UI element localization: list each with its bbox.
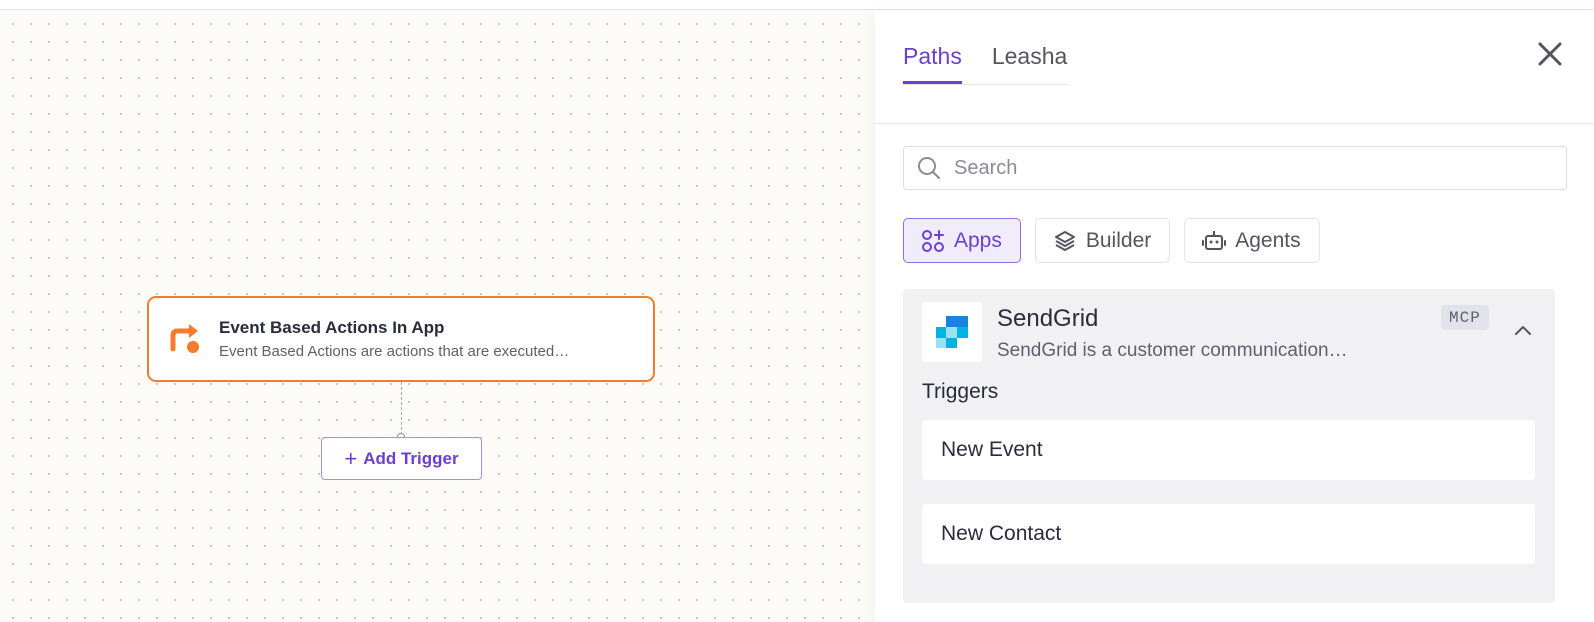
app-name: SendGrid — [997, 305, 1099, 332]
search-box[interactable] — [903, 146, 1567, 190]
add-trigger-label: Add Trigger — [363, 448, 459, 468]
filter-builder[interactable]: Builder — [1034, 218, 1171, 263]
filter-apps[interactable]: Apps — [903, 218, 1021, 263]
filter-builder-label: Builder — [1085, 228, 1152, 252]
close-icon[interactable] — [1535, 39, 1565, 69]
app-card-sendgrid: SendGrid SendGrid is a customer communic… — [903, 289, 1555, 603]
node-connector — [401, 382, 402, 435]
filter-group: Apps Builder Agents — [903, 218, 1320, 263]
sendgrid-icon — [936, 316, 968, 348]
tab-paths[interactable]: Paths — [903, 43, 962, 84]
trigger-node[interactable]: Event Based Actions In App Event Based A… — [147, 296, 655, 382]
filter-agents-label: Agents — [1235, 228, 1301, 252]
node-title: Event Based Actions In App — [219, 318, 445, 337]
mcp-badge: MCP — [1441, 305, 1489, 330]
add-trigger-button[interactable]: + Add Trigger — [321, 437, 482, 480]
side-panel: Paths Leasha Apps Bui — [875, 11, 1594, 622]
trigger-new-event[interactable]: New Event — [922, 420, 1535, 480]
apps-icon — [922, 229, 944, 252]
search-input[interactable] — [954, 156, 1554, 180]
panel-divider — [875, 123, 1594, 124]
node-description: Event Based Actions are actions that are… — [219, 343, 570, 360]
app-description: SendGrid is a customer communication… — [997, 340, 1348, 361]
sendgrid-logo — [922, 302, 982, 362]
filter-agents[interactable]: Agents — [1184, 218, 1320, 263]
workflow-canvas[interactable]: Event Based Actions In App Event Based A… — [0, 11, 875, 622]
tab-leasha[interactable]: Leasha — [992, 43, 1067, 84]
redirect-arrow-icon — [170, 324, 199, 353]
builder-icon — [1054, 230, 1075, 251]
panel-tabs: Paths Leasha — [903, 43, 1068, 85]
chevron-up-icon[interactable] — [1511, 319, 1535, 343]
trigger-new-contact[interactable]: New Contact — [922, 504, 1535, 564]
filter-apps-label: Apps — [954, 228, 1002, 252]
plus-icon: + — [344, 445, 358, 471]
robot-icon — [1202, 230, 1227, 250]
triggers-heading: Triggers — [922, 380, 999, 403]
search-icon — [918, 157, 940, 179]
top-bar — [0, 0, 1594, 10]
